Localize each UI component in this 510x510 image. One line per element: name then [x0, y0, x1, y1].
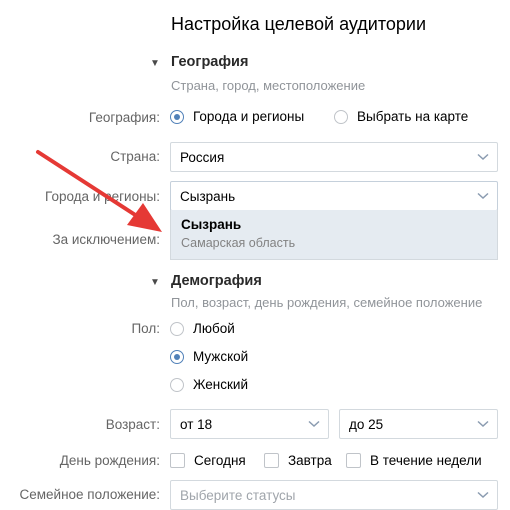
radio-unchecked-icon — [170, 377, 184, 392]
chevron-down-icon — [469, 481, 497, 509]
checkbox-icon — [170, 453, 185, 468]
age-to-value: до 25 — [349, 416, 384, 432]
cities-label: Города и регионы: — [45, 189, 160, 204]
checkbox-icon — [264, 453, 279, 468]
country-value: Россия — [180, 149, 225, 165]
birthday-label: День рождения: — [59, 453, 160, 468]
chevron-down-icon — [469, 410, 497, 438]
radio-unchecked-icon — [170, 321, 184, 336]
collapse-triangle-icon[interactable]: ▼ — [150, 277, 160, 288]
country-label: Страна: — [110, 149, 160, 164]
radio-label: Женский — [193, 377, 249, 392]
page-title: Настройка целевой аудитории — [171, 14, 427, 34]
radio-cities-regions[interactable]: Города и регионы — [170, 109, 304, 124]
chevron-down-icon — [300, 410, 328, 438]
radio-label: Выбрать на карте — [357, 109, 469, 124]
checkbox-label: Сегодня — [194, 453, 246, 468]
checkbox-birthday-today[interactable]: Сегодня — [170, 453, 246, 468]
family-status-select[interactable]: Выберите статусы — [170, 480, 498, 510]
section-subtitle-demography: Пол, возраст, день рождения, семейное по… — [171, 295, 483, 310]
cities-value: Сызрань — [180, 188, 236, 204]
family-status-placeholder: Выберите статусы — [180, 487, 296, 503]
suggestion-region: Самарская область — [181, 236, 296, 250]
country-select[interactable]: Россия — [170, 142, 498, 172]
section-title-geography[interactable]: География — [171, 54, 248, 70]
radio-checked-icon — [170, 349, 184, 364]
gender-label: Пол: — [131, 321, 160, 336]
checkbox-label: Завтра — [288, 453, 332, 468]
radio-label: Любой — [193, 321, 235, 336]
age-to-select[interactable]: до 25 — [339, 409, 498, 439]
section-subtitle-geography: Страна, город, местоположение — [171, 78, 366, 93]
section-title-demography[interactable]: Демография — [171, 273, 262, 289]
chevron-down-icon — [469, 143, 497, 171]
radio-gender-any[interactable]: Любой — [170, 321, 235, 336]
checkbox-birthday-week[interactable]: В течение недели — [346, 453, 482, 468]
age-from-value: от 18 — [180, 416, 213, 432]
radio-checked-icon — [170, 109, 184, 124]
radio-unchecked-icon — [334, 109, 348, 124]
family-status-label: Семейное положение: — [19, 487, 160, 502]
age-from-select[interactable]: от 18 — [170, 409, 329, 439]
radio-gender-male[interactable]: Мужской — [170, 349, 248, 364]
checkbox-icon — [346, 453, 361, 468]
radio-select-on-map[interactable]: Выбрать на карте — [334, 109, 468, 124]
age-label: Возраст: — [105, 417, 160, 432]
except-label: За исключением: — [52, 232, 160, 247]
geography-label: География: — [88, 110, 160, 125]
radio-label: Города и регионы — [193, 109, 305, 124]
radio-label: Мужской — [193, 349, 249, 364]
collapse-triangle-icon[interactable]: ▼ — [150, 58, 160, 69]
checkbox-label: В течение недели — [370, 453, 482, 468]
city-suggestion-item[interactable]: Сызрань Самарская область — [170, 210, 498, 260]
chevron-down-icon — [469, 182, 497, 210]
suggestion-name: Сызрань — [181, 217, 242, 232]
cities-input[interactable]: Сызрань — [170, 181, 498, 211]
checkbox-birthday-tomorrow[interactable]: Завтра — [264, 453, 332, 468]
radio-gender-female[interactable]: Женский — [170, 377, 248, 392]
